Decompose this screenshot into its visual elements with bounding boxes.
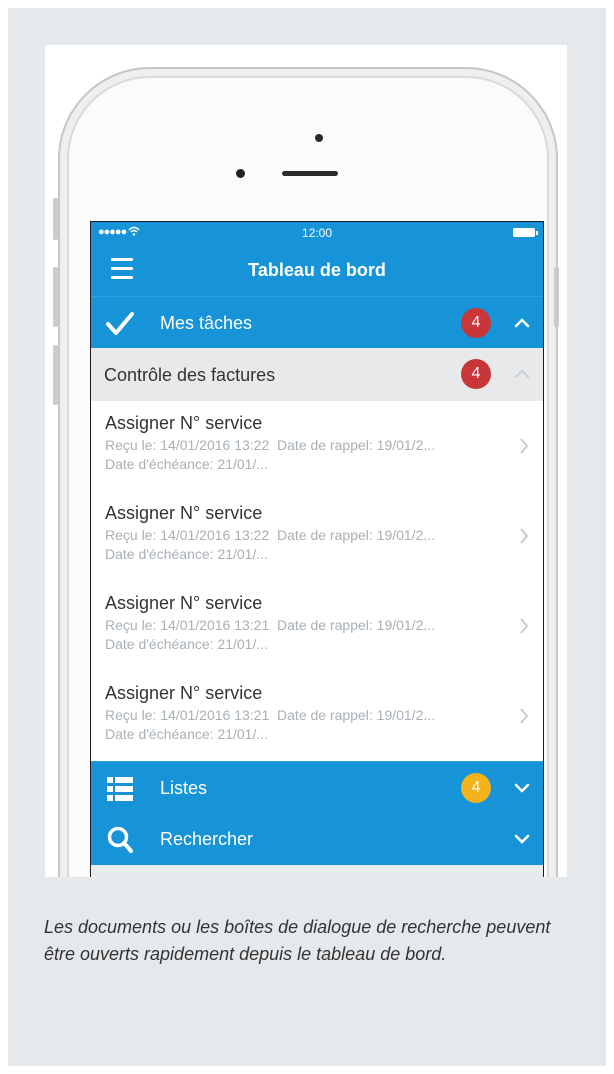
section-label: Listes	[160, 778, 208, 798]
task-due-date: Date d'échéance: 21/01/...	[105, 726, 269, 742]
phone-side-button	[53, 198, 58, 240]
section-search[interactable]: Rechercher	[91, 813, 543, 865]
task-dates: Reçu le: 14/01/2016 13:22 Date de rappel…	[105, 527, 436, 543]
task-list-item[interactable]: Assigner N° service Reçu le: 14/01/2016 …	[91, 491, 543, 581]
chevron-right-icon	[520, 618, 529, 634]
app-screen: ●●●●● 12:00 Tableau de bord Mes tâches 4…	[90, 221, 544, 877]
front-camera	[236, 169, 245, 178]
task-dates: Reçu le: 14/01/2016 13:21 Date de rappel…	[105, 617, 436, 633]
invoices-count-badge: 4	[461, 359, 491, 389]
status-bar: ●●●●● 12:00	[91, 222, 543, 244]
nav-bar: Tableau de bord	[91, 244, 543, 296]
task-due-date: Date d'échéance: 21/01/...	[105, 546, 269, 562]
phone-frame-image: ●●●●● 12:00 Tableau de bord Mes tâches 4…	[45, 45, 567, 877]
task-title: Assigner N° service	[105, 683, 263, 703]
task-title: Assigner N° service	[105, 503, 263, 523]
task-title: Assigner N° service	[105, 413, 263, 433]
chevron-right-icon	[520, 528, 529, 544]
task-due-date: Date d'échéance: 21/01/...	[105, 456, 269, 472]
section-lists[interactable]: Listes 4	[91, 761, 543, 814]
phone-power-button	[554, 267, 559, 327]
chevron-right-icon	[520, 708, 529, 724]
phone-volume-down-button	[53, 345, 58, 405]
page-title: Tableau de bord	[248, 260, 386, 280]
subsection-invoice-control[interactable]: Contrôle des factures 4	[91, 348, 543, 401]
list-icon	[107, 777, 133, 801]
lists-count-badge: 4	[461, 773, 491, 803]
search-icon	[107, 826, 133, 853]
earpiece-speaker	[282, 171, 338, 176]
chevron-right-icon	[520, 438, 529, 454]
section-my-tasks[interactable]: Mes tâches 4	[91, 296, 543, 349]
chevron-down-icon[interactable]	[511, 828, 533, 850]
status-time: 12:00	[301, 226, 333, 240]
proximity-sensor	[315, 134, 323, 142]
task-dates: Reçu le: 14/01/2016 13:22 Date de rappel…	[105, 437, 436, 453]
task-list-item[interactable]: Assigner N° service Reçu le: 14/01/2016 …	[91, 671, 543, 761]
task-title: Assigner N° service	[105, 593, 263, 613]
chevron-up-icon[interactable]	[511, 312, 533, 334]
task-list-item[interactable]: Assigner N° service Reçu le: 14/01/2016 …	[91, 581, 543, 671]
figure-card: ●●●●● 12:00 Tableau de bord Mes tâches 4…	[8, 8, 606, 1066]
chevron-down-icon[interactable]	[511, 777, 533, 799]
chevron-up-icon[interactable]	[511, 363, 533, 385]
task-due-date: Date d'échéance: 21/01/...	[105, 636, 269, 652]
task-dates: Reçu le: 14/01/2016 13:21 Date de rappel…	[105, 707, 436, 723]
figure-caption: Les documents ou les boîtes de dialogue …	[44, 917, 551, 964]
battery-icon	[513, 228, 538, 237]
section-label: Mes tâches	[160, 313, 253, 333]
tasks-count-badge: 4	[461, 308, 491, 338]
section-label: Rechercher	[160, 829, 254, 849]
task-list-item[interactable]: Assigner N° service Reçu le: 14/01/2016 …	[91, 401, 543, 491]
subsection-label: Contrôle des factures	[104, 365, 276, 385]
checkmark-icon	[106, 312, 134, 335]
phone-volume-up-button	[53, 267, 58, 327]
